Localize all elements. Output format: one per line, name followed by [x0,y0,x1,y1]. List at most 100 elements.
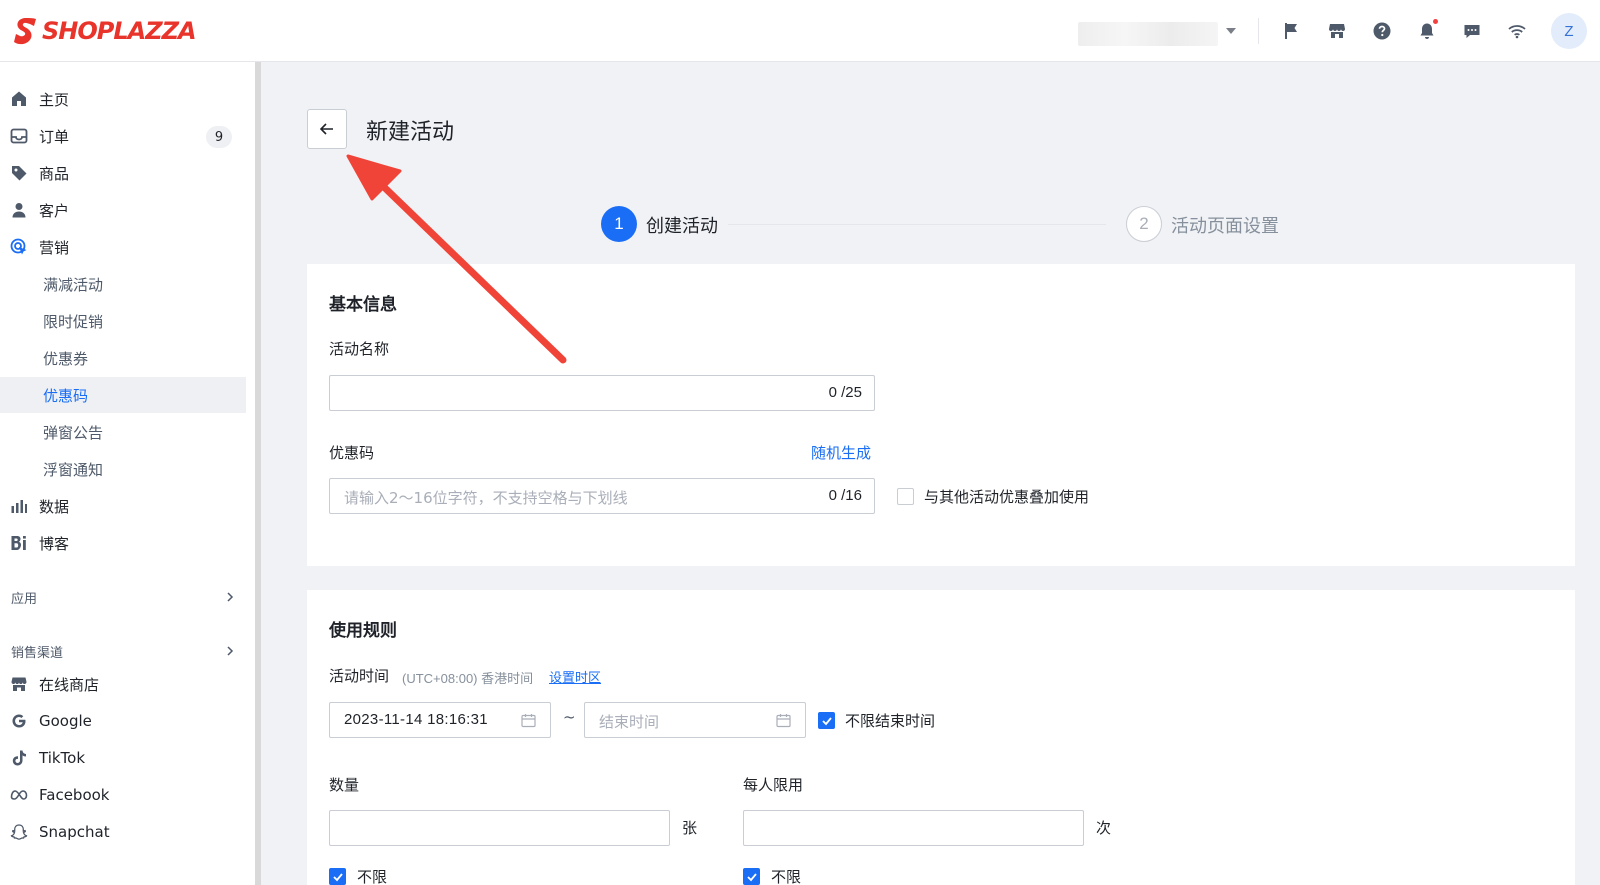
help-icon[interactable] [1372,21,1392,41]
bell-icon[interactable] [1417,19,1438,41]
back-button[interactable] [307,109,347,149]
sidebar-item-orders[interactable]: 订单 9 [0,118,246,154]
per-user-limit-input[interactable] [743,810,1084,846]
user-avatar[interactable]: Z [1551,13,1587,49]
step-2-label: 活动页面设置 [1171,216,1279,237]
sidebar-item-label: 客户 [39,201,70,220]
start-time-input[interactable]: 2023-11-14 18:16:31 [329,702,551,738]
page-title: 新建活动 [366,120,455,145]
sidebar-item-marketing[interactable]: 营销 [0,229,246,265]
per-user-limit-label: 每人限用 [743,776,804,794]
google-icon [10,712,28,730]
sidebar-item-home[interactable]: 主页 [0,81,246,117]
sidebar-item-label: Google [39,712,92,730]
sidebar: 主页 订单 9 商品 客户 营销 满减活动 限时促销 优惠券 优惠码 弹窗公告 … [0,62,255,885]
calendar-icon [521,714,536,728]
sidebar-sub-item[interactable]: 浮窗通知 [0,451,246,487]
store-selector-caret-icon[interactable] [1226,28,1236,34]
sidebar-item-products[interactable]: 商品 [0,155,246,191]
step-number: 1 [614,214,624,233]
sidebar-sub-item-selected[interactable]: 优惠码 [0,377,246,413]
chevron-right-icon [227,592,234,602]
sidebar-sub-item[interactable]: 优惠券 [0,340,246,376]
snapchat-icon [10,823,28,841]
coupon-code-input[interactable]: 请输入2～16位字符，不支持空格与下划线 0 /16 [329,478,875,514]
no-end-time-checkbox[interactable] [818,712,835,729]
wifi-icon[interactable] [1507,21,1527,41]
avatar-initial: Z [1564,22,1574,40]
end-time-input[interactable]: 结束时间 [584,702,806,738]
user-icon [10,201,28,219]
sidebar-item-blog[interactable]: 博客 [0,525,246,561]
logo[interactable]: SHOPLAZZA [12,16,197,46]
sidebar-item-label: 订单 [39,127,70,146]
quantity-unit: 张 [682,819,698,837]
flag-icon[interactable] [1282,21,1302,41]
sidebar-sub-item[interactable]: 满减活动 [0,266,246,302]
sidebar-channel-online-store[interactable]: 在线商店 [0,666,246,702]
timezone-hint: (UTC+08:00) 香港时间 [402,671,534,686]
section-label: 销售渠道 [11,645,64,661]
no-end-time-label: 不限结束时间 [845,712,936,730]
char-counter: 0 /25 [828,384,862,401]
sidebar-item-label: 数据 [39,497,70,516]
sidebar-sub-label: 弹窗公告 [43,423,104,442]
notification-dot [1433,19,1438,24]
sidebar-scrollbar[interactable] [255,62,261,885]
section-label: 应用 [11,591,38,607]
sidebar-item-label: Facebook [39,786,110,804]
sidebar-item-customers[interactable]: 客户 [0,192,246,228]
quantity-label: 数量 [329,776,360,794]
quantity-unlimited-label: 不限 [357,868,388,885]
sidebar-channel-snapchat[interactable]: Snapchat [0,814,246,850]
store-selector[interactable] [1078,22,1218,46]
orders-count-badge: 9 [206,126,232,148]
sidebar-item-label: TikTok [39,749,86,767]
sidebar-sub-item[interactable]: 弹窗公告 [0,414,246,450]
range-separator: ~ [563,708,576,726]
stack-discount-checkbox[interactable] [897,488,914,505]
inbox-icon [10,127,28,145]
step-2-indicator: 2 [1126,206,1162,242]
step-connector [728,224,1106,225]
char-counter: 0 /16 [828,487,862,504]
per-user-unlimited-checkbox[interactable] [743,868,760,885]
check-icon [747,873,757,882]
activity-time-label: 活动时间 [329,667,390,685]
activity-name-input[interactable]: 0 /25 [329,375,875,411]
store-icon [10,675,28,693]
meta-icon [10,786,28,804]
store-icon[interactable] [1327,21,1347,41]
tiktok-icon [10,749,28,767]
step-1-indicator: 1 [601,206,637,242]
bar-chart-icon [10,497,28,515]
start-time-value: 2023-11-14 18:16:31 [344,711,488,728]
sidebar-item-label: 营销 [39,238,70,257]
topbar-divider [1258,18,1259,44]
activity-name-label: 活动名称 [329,340,390,358]
quantity-input[interactable] [329,810,670,846]
check-icon [333,873,343,882]
sidebar-section-apps[interactable]: 应用 [0,582,246,612]
calendar-icon [776,714,791,728]
check-icon [822,717,832,726]
sidebar-channel-tiktok[interactable]: TikTok [0,740,246,776]
set-timezone-link[interactable]: 设置时区 [549,667,601,686]
sidebar-section-channels[interactable]: 销售渠道 [0,636,246,666]
message-icon[interactable] [1462,21,1482,41]
sidebar-channel-facebook[interactable]: Facebook [0,777,246,813]
sidebar-sub-item[interactable]: 限时促销 [0,303,246,339]
step-1-label: 创建活动 [646,216,718,237]
coupon-code-placeholder: 请输入2～16位字符，不支持空格与下划线 [344,489,628,507]
step-number: 2 [1139,214,1149,233]
marketing-icon [10,238,28,256]
end-time-placeholder: 结束时间 [599,713,660,731]
sidebar-sub-label: 优惠券 [43,349,89,368]
arrow-left-icon [319,123,333,135]
sidebar-channel-google[interactable]: Google [0,703,246,739]
sidebar-item-label: 商品 [39,164,70,183]
quantity-unlimited-checkbox[interactable] [329,868,346,885]
coupon-code-label: 优惠码 [329,444,375,462]
random-generate-link[interactable]: 随机生成 [811,442,871,463]
sidebar-item-data[interactable]: 数据 [0,488,246,524]
